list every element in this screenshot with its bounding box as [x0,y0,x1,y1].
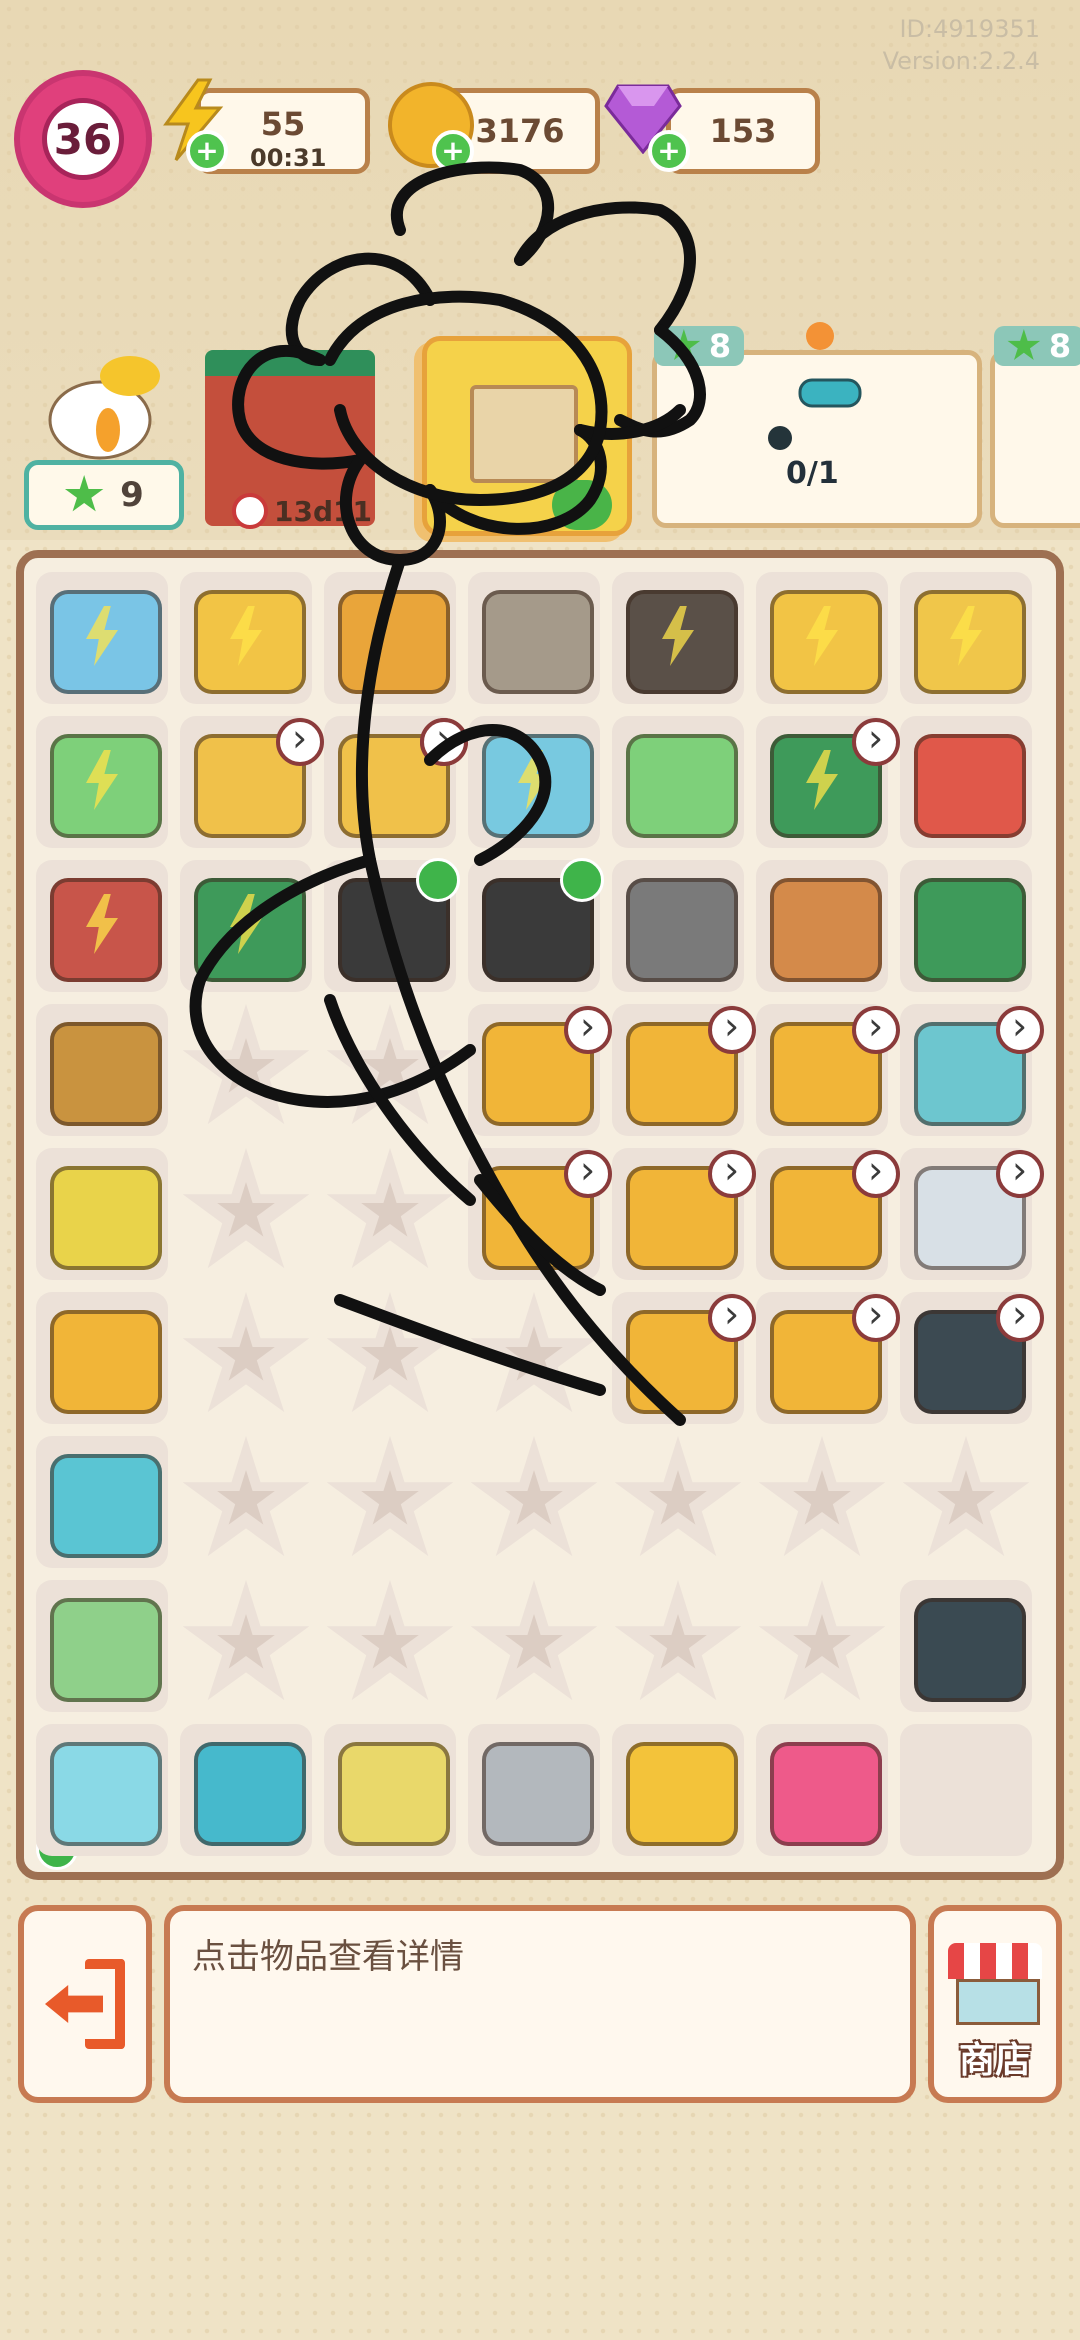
generator-badge-icon [708,1292,756,1342]
star-icon [667,329,701,360]
generator-badge-icon [708,1004,756,1054]
cash-icon[interactable] [50,1598,162,1702]
locker-large-icon[interactable] [482,590,594,694]
hula-hoop-icon[interactable] [194,1742,306,1846]
energy-value: 55 [260,105,306,143]
ab-roller-icon[interactable] [914,1598,1026,1702]
chest-expander-icon[interactable] [482,1742,594,1846]
toolbox-icon[interactable] [914,878,1026,982]
lock-icon [416,858,460,902]
generator-badge-icon [852,1148,900,1198]
exit-icon [45,1959,125,2049]
board-cell[interactable] [900,1724,1032,1856]
potato-icon[interactable] [770,878,882,982]
ab-board-icon[interactable] [50,1454,162,1558]
weights-cart-icon[interactable] [50,1166,162,1270]
wicker-basket-icon[interactable] [50,1022,162,1126]
order-2-reward-value: 8 [1048,327,1072,365]
item-info-text: 点击物品查看详情 [192,1937,464,1977]
gem-value: 153 [709,112,777,150]
order-2-reward: 8 [994,326,1080,366]
energy-add-button[interactable]: + [186,130,228,172]
collect-arrow-icon [552,480,612,530]
generator-badge-icon [852,716,900,766]
order-1-reward-value: 8 [708,327,732,365]
generator-badge-icon [996,1004,1044,1054]
medal-icon[interactable] [626,1742,738,1846]
generator-badge-icon [852,1292,900,1342]
cardboard-box-icon [470,385,578,483]
generator-badge-icon [420,716,468,766]
game-screen: ID:4919351 Version:2.2.4 36 55 00:31 + 3… [0,0,1080,2340]
laptop-icon[interactable] [626,734,738,838]
order-card-2[interactable] [990,350,1080,528]
player-id-label: ID:4919351 [899,15,1040,43]
lock-icon [560,858,604,902]
gem-add-button[interactable]: + [648,130,690,172]
coin-add-button[interactable]: + [432,130,474,172]
generator-badge-icon [996,1292,1044,1342]
star-counter[interactable]: 9 [24,460,184,530]
clock-icon [232,493,268,529]
locker-small-icon[interactable] [338,590,450,694]
generator-badge-icon [996,1148,1044,1198]
star-icon [64,475,104,512]
shop-icon [948,1943,1042,1979]
shop-label: 商店 [958,2040,1031,2081]
order-1-reward: 8 [654,326,744,366]
player-level-value: 36 [42,98,124,180]
shop-front [956,1979,1040,2025]
item-info-panel: 点击物品查看详情 [164,1905,916,2103]
version-label: Version:2.2.4 [882,47,1040,75]
player-level-badge[interactable]: 36 [14,70,152,208]
exit-button[interactable] [18,1905,152,2103]
building-timer-value: 13d11 [274,494,372,528]
generator-badge-icon [564,1148,612,1198]
shop-button[interactable]: 商店 [928,1905,1062,2103]
scooter-icon [768,322,862,450]
coin-value: 3176 [475,112,565,150]
star-icon [1007,329,1041,360]
jump-rope-icon[interactable] [338,1742,450,1846]
generator-badge-icon [564,1004,612,1054]
gem-counter[interactable]: 153 [666,88,820,174]
order-1-progress: 0/1 [786,456,839,491]
dumbbell-small-icon[interactable] [50,1742,162,1846]
building-timer: 13d11 [232,493,372,529]
box-icon[interactable] [50,1310,162,1414]
generator-badge-icon [708,1148,756,1198]
generator-badge-icon [852,1004,900,1054]
backpack-icon[interactable] [770,1742,882,1846]
popcorn-box-icon[interactable] [914,734,1026,838]
generator-badge-icon [276,716,324,766]
duck-builder-icon [48,356,160,460]
energy-timer: 00:31 [250,144,327,172]
star-count-value: 9 [120,475,144,515]
caster-wheel-icon[interactable] [626,878,738,982]
